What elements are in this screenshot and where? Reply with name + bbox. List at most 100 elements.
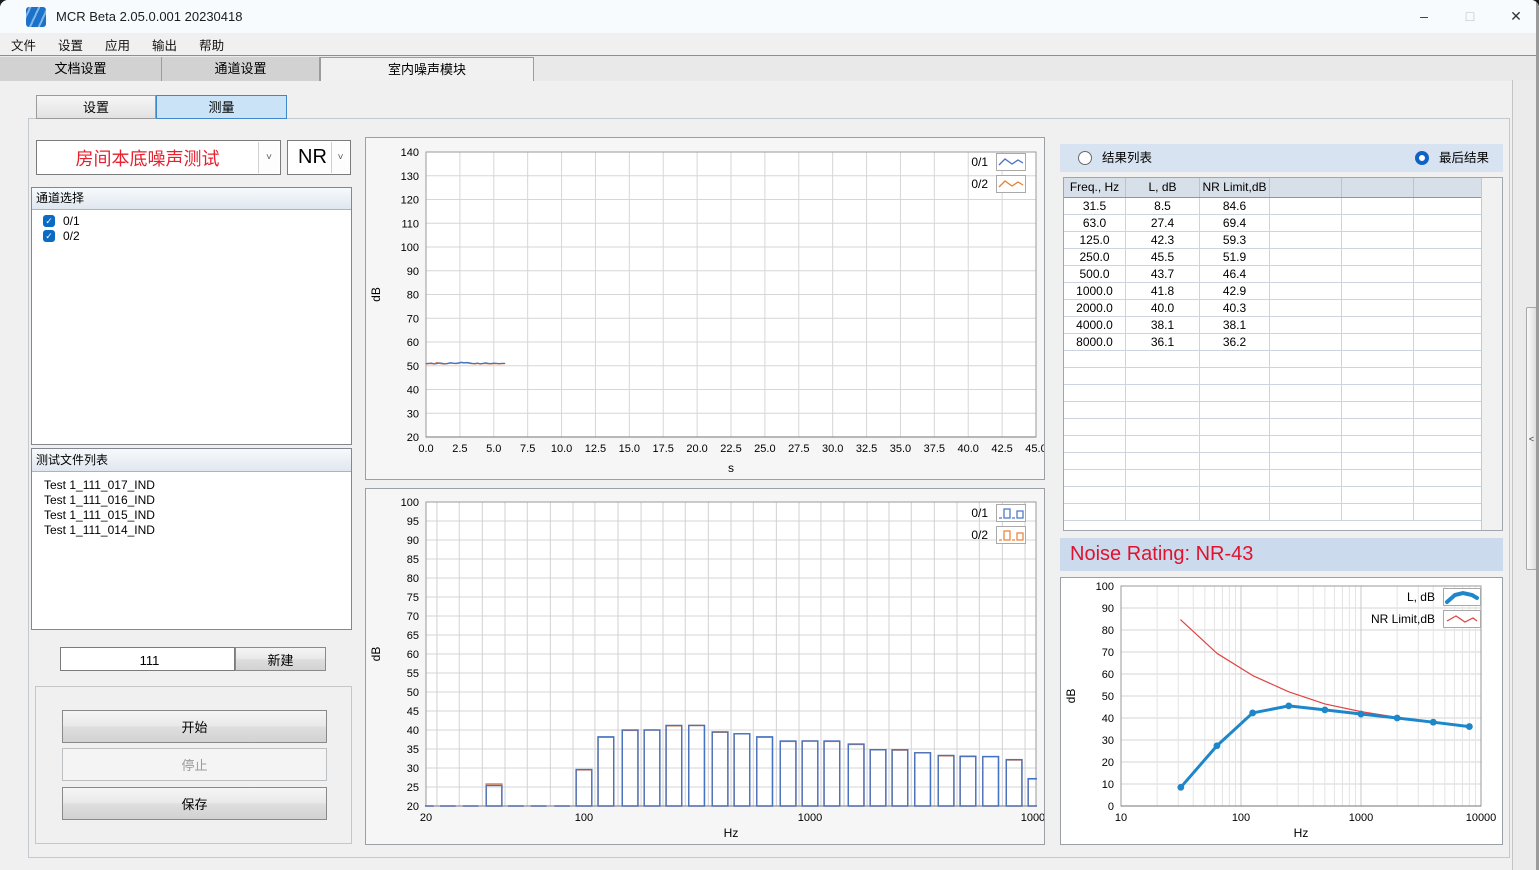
menu-apply[interactable]: 应用 [94,35,141,54]
table-cell [1342,283,1414,300]
table-cell: 40.0 [1126,300,1200,317]
table-row[interactable]: 2000.040.040.3 [1064,300,1502,317]
new-button[interactable]: 新建 [235,647,326,671]
radio-result-list[interactable] [1078,151,1092,165]
test-type-combobox[interactable]: 房间本底噪声测试 ˅ [36,140,281,175]
table-cell: 84.6 [1200,198,1270,215]
tab-indoor-noise-module[interactable]: 室内噪声模块 [320,57,534,81]
subtab-settings[interactable]: 设置 [36,95,156,119]
table-cell [1414,249,1482,266]
table-row[interactable] [1064,419,1502,436]
svg-text:42.5: 42.5 [991,443,1012,455]
file-list-item[interactable]: Test 1_111_015_IND [32,508,351,523]
radio-result-list-label[interactable]: 结果列表 [1102,144,1152,172]
table-row[interactable]: 500.043.746.4 [1064,266,1502,283]
table-cell: 4000.0 [1064,317,1126,334]
table-cell [1200,368,1270,385]
chevron-down-icon[interactable]: ˅ [258,142,279,173]
table-row[interactable] [1064,351,1502,368]
stop-button[interactable]: 停止 [62,748,327,781]
table-row[interactable] [1064,504,1502,521]
table-cell: 250.0 [1064,249,1126,266]
rating-type-combobox[interactable]: NR ˅ [287,140,351,175]
table-cell: 38.1 [1200,317,1270,334]
legend-label-limit: NR Limit,dB [1363,612,1435,626]
svg-text:dB: dB [369,647,383,662]
file-name-input[interactable] [61,648,238,672]
result-mode-band: 结果列表 最后结果 [1060,144,1503,172]
maximize-button[interactable]: □ [1447,0,1493,33]
table-row[interactable]: 250.045.551.9 [1064,249,1502,266]
checkbox-checked-icon[interactable]: ✓ [43,230,55,242]
subtab-measure[interactable]: 测量 [156,95,287,119]
channel-item[interactable]: ✓0/1 [32,213,351,228]
table-row[interactable]: 1000.041.842.9 [1064,283,1502,300]
channel-select-title: 通道选择 [32,188,351,210]
table-row[interactable]: 31.58.584.6 [1064,198,1502,215]
thin-line-sample-icon [1443,610,1481,628]
table-cell: 41.8 [1126,283,1200,300]
table-cell [1342,470,1414,487]
tab-document-settings[interactable]: 文档设置 [0,57,162,81]
menu-output[interactable]: 输出 [141,35,188,54]
table-scrollbar[interactable] [1481,178,1502,530]
table-cell [1064,487,1126,504]
channel-list: ✓0/1✓0/2 [32,210,351,243]
table-cell: 46.4 [1200,266,1270,283]
legend-label-level: L, dB [1363,590,1435,604]
tab-channel-settings[interactable]: 通道设置 [162,57,320,81]
legend-label-ch2: 0/2 [916,528,988,542]
radio-last-result[interactable] [1415,151,1429,165]
table-cell [1270,334,1342,351]
table-row[interactable]: 63.027.469.4 [1064,215,1502,232]
menu-settings[interactable]: 设置 [47,35,94,54]
file-list-item[interactable]: Test 1_111_017_IND [32,478,351,493]
checkbox-checked-icon[interactable]: ✓ [43,215,55,227]
time-history-chart: 20304050607080901001101201301400.02.55.0… [365,137,1045,480]
table-row[interactable]: 125.042.359.3 [1064,232,1502,249]
svg-text:50: 50 [1102,691,1114,703]
table-row[interactable] [1064,385,1502,402]
svg-text:1000: 1000 [1349,812,1373,824]
svg-text:60: 60 [407,649,419,661]
table-cell [1064,453,1126,470]
table-row[interactable] [1064,368,1502,385]
menu-help[interactable]: 帮助 [188,35,235,54]
table-cell: 51.9 [1200,249,1270,266]
menu-file[interactable]: 文件 [0,35,47,54]
table-cell [1414,266,1482,283]
start-button[interactable]: 开始 [62,710,327,743]
file-name-field[interactable] [60,647,235,671]
table-row[interactable]: 4000.038.138.1 [1064,317,1502,334]
svg-text:27.5: 27.5 [788,443,809,455]
table-row[interactable] [1064,453,1502,470]
table-cell [1414,453,1482,470]
radio-last-result-label[interactable]: 最后结果 [1439,144,1489,172]
table-cell [1414,436,1482,453]
chevron-down-icon[interactable]: ˅ [331,142,349,173]
channel-item[interactable]: ✓0/2 [32,228,351,243]
table-row[interactable] [1064,487,1502,504]
svg-text:10: 10 [1102,779,1114,791]
thick-line-sample-icon [1443,588,1481,606]
minimize-button[interactable]: – [1401,0,1447,33]
table-header-cell: L, dB [1126,178,1200,197]
noise-rating-band: Noise Rating: NR-43 [1060,538,1503,571]
table-row[interactable] [1064,402,1502,419]
close-button[interactable]: ✕ [1493,0,1539,33]
table-row[interactable] [1064,470,1502,487]
save-button[interactable]: 保存 [62,787,327,820]
table-row[interactable]: 8000.036.136.2 [1064,334,1502,351]
table-cell [1342,198,1414,215]
table-header-cell [1414,178,1482,197]
table-cell [1342,453,1414,470]
table-cell: 8.5 [1126,198,1200,215]
table-row[interactable] [1064,436,1502,453]
svg-text:Hz: Hz [1294,826,1309,840]
table-cell [1342,351,1414,368]
file-list-item[interactable]: Test 1_111_014_IND [32,523,351,538]
table-cell [1126,470,1200,487]
table-cell [1342,232,1414,249]
file-list-item[interactable]: Test 1_111_016_IND [32,493,351,508]
table-cell [1342,249,1414,266]
